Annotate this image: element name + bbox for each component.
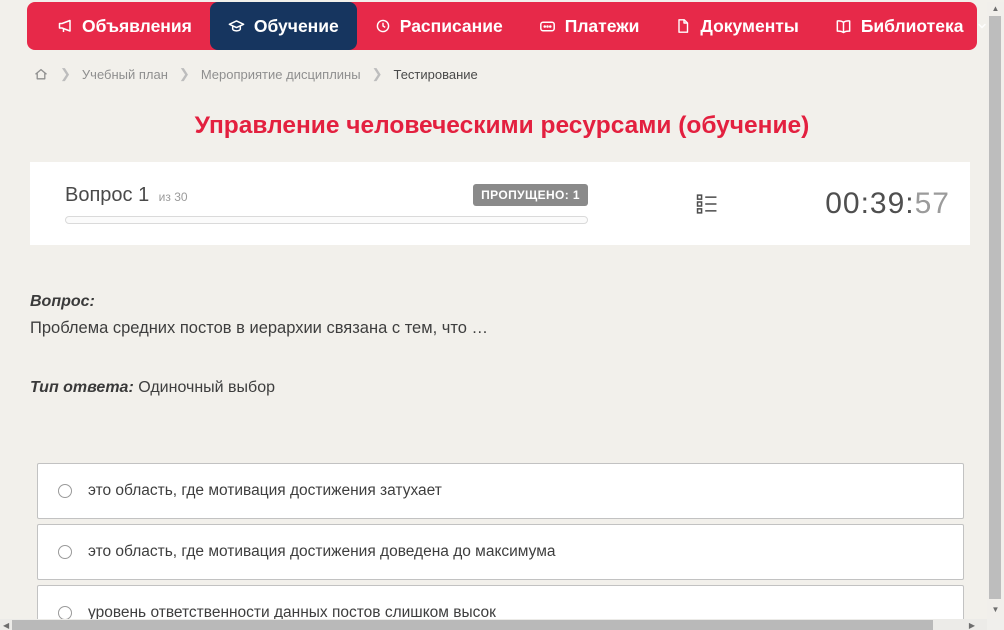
main-navbar: Объявления Обучение Расписание Платежи Д… xyxy=(27,2,987,50)
document-icon xyxy=(675,18,691,34)
question-text: Проблема средних постов в иерархии связа… xyxy=(30,319,488,337)
nav-item-education[interactable]: Обучение xyxy=(209,2,357,50)
nav-item-label: Документы xyxy=(700,15,799,36)
vertical-scrollbar-thumb[interactable] xyxy=(989,16,1001,599)
answer-option-label: это область, где мотивация достижения до… xyxy=(88,543,556,560)
nav-item-documents[interactable]: Документы xyxy=(657,2,816,50)
nav-item-label: Объявления xyxy=(82,15,192,36)
breadcrumb-item-discipline-event[interactable]: Мероприятие дисциплины xyxy=(201,67,361,82)
timer-seconds: 57 xyxy=(914,186,950,220)
breadcrumb-item-curriculum[interactable]: Учебный план xyxy=(82,67,168,82)
scroll-left-arrow-icon[interactable]: ◀ xyxy=(3,619,9,630)
breadcrumb-item-testing: Тестирование xyxy=(393,66,478,82)
graduation-cap-icon xyxy=(228,18,245,35)
nav-item-library[interactable]: Библиотека xyxy=(817,2,1004,50)
timer-hours-minutes: 00:39: xyxy=(825,186,915,220)
answer-option-1[interactable]: это область, где мотивация достижения за… xyxy=(37,463,964,519)
horizontal-scrollbar[interactable]: ◀ ▶ xyxy=(0,619,987,630)
horizontal-scrollbar-thumb[interactable] xyxy=(12,620,933,630)
question-body: Вопрос: Проблема средних постов в иерарх… xyxy=(30,293,974,399)
question-header-card: Вопрос 1 из 30 ПРОПУЩЕНО: 1 00:39:57 xyxy=(30,162,970,245)
nav-item-label: Обучение xyxy=(253,15,339,36)
question-list-icon[interactable] xyxy=(694,191,720,217)
answer-type-label: Тип ответа: xyxy=(30,379,134,396)
nav-item-schedule[interactable]: Расписание xyxy=(357,2,521,50)
question-total: из 30 xyxy=(158,189,188,204)
nav-item-payments[interactable]: Платежи xyxy=(521,2,658,50)
nav-item-announcements[interactable]: Объявления xyxy=(39,2,210,50)
radio-button[interactable] xyxy=(58,545,72,559)
page-title: Управление человеческими ресурсами (обуч… xyxy=(194,112,810,139)
scroll-down-arrow-icon[interactable]: ▼ xyxy=(987,604,1004,616)
radio-button[interactable] xyxy=(58,606,72,620)
nav-item-label: Расписание xyxy=(399,15,503,36)
scroll-right-arrow-icon[interactable]: ▶ xyxy=(969,619,975,630)
megaphone-icon xyxy=(57,18,73,34)
vertical-scrollbar[interactable]: ▲ ▼ xyxy=(987,2,1004,619)
answer-type-row: Тип ответа: Одиночный выбор xyxy=(30,379,974,399)
skipped-badge: ПРОПУЩЕНО: 1 xyxy=(473,184,588,206)
scrollbar-corner xyxy=(987,619,1004,630)
question-counter: Вопрос 1 из 30 xyxy=(65,184,188,207)
answer-type-value: Одиночный выбор xyxy=(138,379,275,396)
library-icon xyxy=(835,18,852,35)
nav-item-label: Библиотека xyxy=(860,15,964,36)
answer-option-2[interactable]: это область, где мотивация достижения до… xyxy=(37,524,964,580)
breadcrumb-separator: ❯ xyxy=(178,66,190,81)
breadcrumb-separator: ❯ xyxy=(60,66,71,81)
question-label: Вопрос: xyxy=(30,293,95,310)
home-icon[interactable] xyxy=(33,66,49,82)
radio-button[interactable] xyxy=(58,484,72,498)
breadcrumb-separator: ❯ xyxy=(371,66,383,81)
question-number: Вопрос 1 xyxy=(65,183,150,206)
answer-option-label: это область, где мотивация достижения за… xyxy=(88,482,442,499)
answer-options: это область, где мотивация достижения за… xyxy=(37,463,964,630)
clock-icon xyxy=(375,18,391,34)
breadcrumb: ❯ Учебный план ❯ Мероприятие дисциплины … xyxy=(33,64,977,84)
payments-icon xyxy=(539,18,556,35)
progress-bar xyxy=(65,215,588,224)
nav-item-label: Платежи xyxy=(564,15,640,36)
timer: 00:39:57 xyxy=(825,187,950,221)
question-progress-block: Вопрос 1 из 30 ПРОПУЩЕНО: 1 xyxy=(65,184,588,224)
scroll-up-arrow-icon[interactable]: ▲ xyxy=(987,3,1004,15)
